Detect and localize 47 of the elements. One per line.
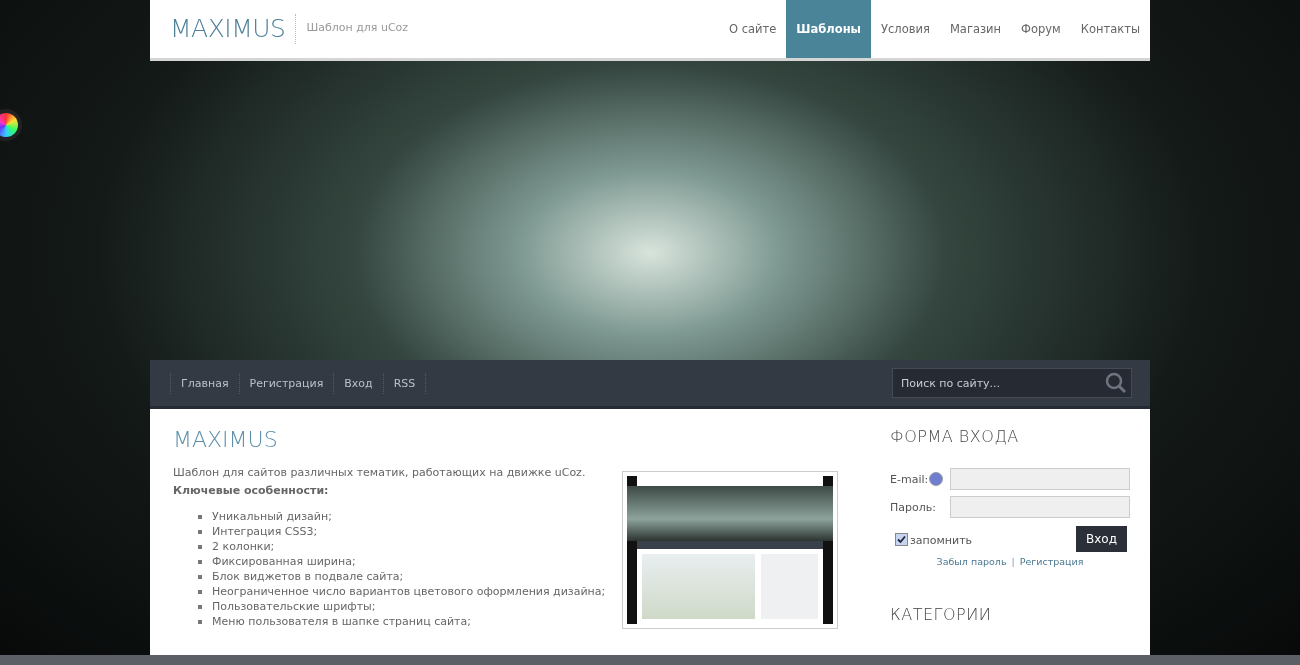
- login-title: ФОРМА ВХОДА: [890, 427, 1020, 446]
- remember-checkbox[interactable]: [895, 532, 908, 546]
- forgot-password-link[interactable]: Забыл пароль: [936, 556, 1007, 567]
- feature-text: Меню пользователя в шапке страниц сайта;: [212, 614, 471, 629]
- intro-text: Шаблон для сайтов различных тематик, работающих на движке uCoz.: [173, 466, 587, 479]
- login-button[interactable]: Вход: [1076, 526, 1127, 552]
- remember-label: запомнить: [910, 534, 973, 547]
- nav-link[interactable]: Форум: [1011, 0, 1071, 58]
- password-label: Пароль:: [890, 500, 937, 514]
- bullet-icon: [198, 619, 202, 624]
- register-link[interactable]: Регистрация: [1019, 556, 1084, 567]
- categories-title: КАТЕГОРИИ: [890, 605, 993, 624]
- bullet-icon: [198, 574, 202, 579]
- nav-link[interactable]: О сайте: [719, 0, 787, 58]
- menu-link[interactable]: RSS: [383, 372, 427, 394]
- features-heading: Ключевые особенности:: [173, 484, 330, 497]
- feature-text: Уникальный дизайн;: [212, 509, 332, 524]
- nav-link[interactable]: Магазин: [939, 0, 1012, 58]
- bullet-icon: [198, 544, 202, 549]
- bullet-icon: [198, 589, 202, 594]
- bullet-icon: [198, 559, 202, 564]
- nav-link[interactable]: Условия: [871, 0, 940, 58]
- site-tagline: Шаблон для uCoz: [305, 21, 409, 34]
- feature-text: Фиксированная ширина;: [212, 554, 356, 569]
- info-icon[interactable]: [929, 472, 944, 486]
- email-label: E-mail:: [890, 472, 929, 486]
- color-wheel-icon[interactable]: [0, 113, 18, 137]
- nav-link[interactable]: Шаблоны: [786, 0, 871, 58]
- menu-link[interactable]: Регистрация: [239, 372, 335, 394]
- feature-text: Пользовательские шрифты;: [212, 599, 376, 614]
- link-separator: |: [1011, 556, 1015, 567]
- feature-text: 2 колонки;: [212, 539, 275, 554]
- site-logo[interactable]: MAXIMUS: [150, 14, 297, 44]
- feature-text: Интеграция CSS3;: [212, 524, 318, 539]
- feature-text: Неограниченное число вариантов цветового оформления дизайна;: [212, 584, 606, 599]
- bullet-icon: [198, 514, 202, 519]
- password-field[interactable]: [950, 496, 1130, 518]
- email-field[interactable]: [950, 468, 1130, 490]
- menu-link[interactable]: Главная: [171, 372, 240, 394]
- bullet-icon: [198, 604, 202, 609]
- search-icon[interactable]: [1105, 372, 1127, 394]
- menu-link[interactable]: Вход: [334, 372, 384, 394]
- page-title: MAXIMUS: [173, 427, 279, 452]
- search-field[interactable]: Поиск по сайту...: [892, 368, 1132, 398]
- feature-text: Блок виджетов в подвале сайта;: [212, 569, 404, 584]
- nav-link[interactable]: Контакты: [1070, 0, 1150, 58]
- bullet-icon: [198, 529, 202, 534]
